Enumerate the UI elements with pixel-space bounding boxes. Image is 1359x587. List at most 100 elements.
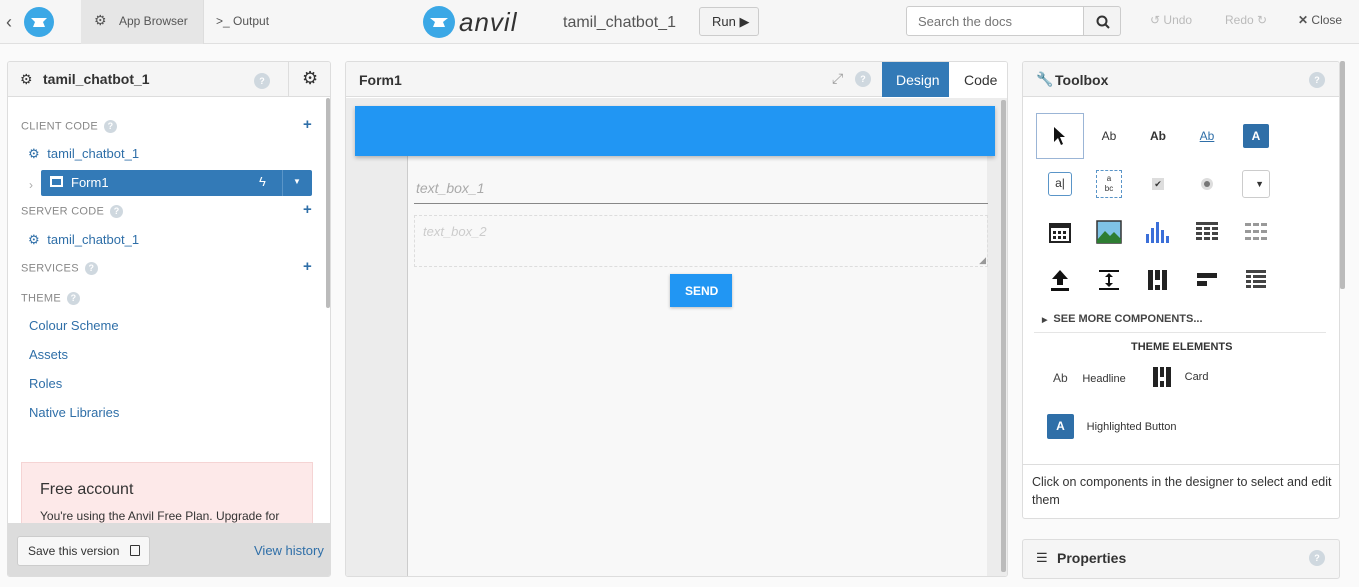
image-tool[interactable] bbox=[1085, 209, 1133, 255]
help-icon[interactable]: ? bbox=[67, 292, 80, 305]
app-browser-tab[interactable]: ⚙ App Browser bbox=[81, 0, 204, 44]
link-icon: Ab bbox=[1199, 129, 1215, 143]
sidebar-scrollbar[interactable] bbox=[326, 98, 330, 308]
close-button[interactable]: ✕ Close bbox=[1298, 13, 1342, 27]
help-icon[interactable]: ? bbox=[1309, 550, 1325, 566]
view-history-link[interactable]: View history bbox=[254, 543, 324, 558]
settings-button[interactable]: ⚙ bbox=[288, 62, 330, 97]
client-module-label: tamil_chatbot_1 bbox=[47, 146, 140, 161]
pointer-icon bbox=[1054, 127, 1065, 145]
design-canvas: text_box_1 text_box_2 ◢ SEND bbox=[346, 98, 1007, 576]
free-account-text: You're using the Anvil Free Plan. Upgrad… bbox=[40, 509, 280, 523]
anvil-home-icon[interactable] bbox=[24, 7, 54, 37]
canvas-scrollbar[interactable] bbox=[1001, 100, 1006, 572]
run-button[interactable]: Run ▶ bbox=[699, 7, 759, 36]
send-label: SEND bbox=[685, 284, 719, 298]
form1-dropdown-button[interactable]: ▼ bbox=[282, 170, 312, 196]
save-version-button[interactable]: Save this version bbox=[17, 536, 150, 566]
theme-item-native-libraries[interactable]: Native Libraries bbox=[29, 405, 119, 420]
add-client-code-button[interactable]: + bbox=[303, 116, 312, 133]
redo-button[interactable]: Redo ↻ bbox=[1225, 13, 1267, 27]
linear-panel-tool[interactable] bbox=[1232, 257, 1280, 303]
label-tool[interactable]: Ab bbox=[1085, 113, 1133, 159]
expand-chevron-icon[interactable]: › bbox=[29, 178, 33, 192]
link-tool[interactable]: Ab bbox=[1183, 113, 1231, 159]
see-more-components[interactable]: ▶ SEE MORE COMPONENTS... bbox=[1042, 313, 1203, 325]
toolbox-hint-divider bbox=[1023, 464, 1339, 465]
tab-design[interactable]: Design bbox=[882, 62, 949, 97]
app-icon: ⚙ bbox=[20, 71, 33, 87]
toolbox-scrollbar[interactable] bbox=[1340, 61, 1345, 289]
spacer-tool[interactable] bbox=[1085, 257, 1133, 303]
flow-panel-tool[interactable] bbox=[1183, 257, 1231, 303]
textarea-tool[interactable]: a bc bbox=[1085, 161, 1133, 207]
data-grid-tool[interactable] bbox=[1232, 209, 1280, 255]
resize-handle-icon[interactable]: ◢ bbox=[979, 255, 986, 266]
text-box-1[interactable]: text_box_1 bbox=[414, 172, 988, 204]
card-tool[interactable]: Card bbox=[1153, 367, 1208, 387]
add-server-code-button[interactable]: + bbox=[303, 201, 312, 218]
output-tab[interactable]: >_ Output bbox=[204, 0, 294, 44]
help-icon[interactable]: ? bbox=[84, 262, 98, 275]
tab-code[interactable]: Code bbox=[949, 62, 1007, 97]
anvil-logo: anvil bbox=[423, 6, 563, 38]
headline-tool[interactable]: Ab Headline bbox=[1053, 370, 1126, 385]
form-editor-panel: Form1 ⤢ ? Design Code text_box_1 text_bo… bbox=[345, 61, 1008, 577]
back-chevron-icon[interactable]: ‹ bbox=[6, 12, 12, 33]
text-box-2-placeholder: text_box_2 bbox=[423, 224, 487, 239]
plot-tool[interactable] bbox=[1134, 209, 1182, 255]
app-browser-panel: ⚙ tamil_chatbot_1 ? ⚙ CLIENT CODE? + ⚙ t… bbox=[7, 61, 331, 577]
services-header: SERVICES? bbox=[21, 262, 98, 275]
dropdown-icon: ▼ bbox=[1242, 170, 1270, 198]
repeating-panel-tool[interactable] bbox=[1183, 209, 1231, 255]
card-label: Card bbox=[1184, 371, 1209, 383]
card-icon bbox=[1153, 367, 1171, 387]
client-module-item[interactable]: ⚙ tamil_chatbot_1 bbox=[28, 146, 139, 162]
expand-icon[interactable]: ⤢ bbox=[832, 70, 843, 87]
server-code-header: SERVER CODE? bbox=[21, 205, 124, 218]
server-module-item[interactable]: ⚙ tamil_chatbot_1 bbox=[28, 232, 139, 248]
text-box-2[interactable]: text_box_2 ◢ bbox=[414, 215, 988, 267]
flow-panel-icon bbox=[1197, 273, 1217, 286]
pointer-tool[interactable] bbox=[1036, 113, 1084, 159]
highlighted-button-icon: A bbox=[1047, 414, 1074, 439]
tab-design-label: Design bbox=[896, 72, 940, 88]
help-icon[interactable]: ? bbox=[110, 205, 124, 218]
button-tool[interactable]: A bbox=[1232, 113, 1280, 159]
highlighted-button-tool[interactable]: A Highlighted Button bbox=[1047, 414, 1177, 439]
properties-title[interactable]: Properties bbox=[1057, 550, 1126, 566]
theme-elements-heading: THEME ELEMENTS bbox=[1131, 341, 1233, 353]
app-browser-icon: ⚙ bbox=[94, 12, 107, 28]
run-label: Run ▶ bbox=[712, 14, 750, 29]
file-loader-tool[interactable] bbox=[1036, 257, 1084, 303]
add-service-button[interactable]: + bbox=[303, 258, 312, 275]
output-label: >_ Output bbox=[216, 14, 270, 28]
lightning-icon[interactable]: ϟ bbox=[259, 174, 266, 189]
help-icon[interactable]: ? bbox=[1309, 72, 1325, 88]
undo-button[interactable]: ↺ Undo bbox=[1150, 13, 1192, 27]
toolbox-divider bbox=[1034, 332, 1326, 333]
help-icon[interactable]: ? bbox=[104, 120, 118, 133]
radio-tool[interactable] bbox=[1183, 161, 1231, 207]
checkbox-tool[interactable]: ✔ bbox=[1134, 161, 1182, 207]
form1-item[interactable]: Form1 ϟ ▼ bbox=[41, 170, 312, 196]
theme-item-colour-scheme[interactable]: Colour Scheme bbox=[29, 318, 119, 333]
dropdown-tool[interactable]: ▼ bbox=[1232, 161, 1280, 207]
header-bar[interactable] bbox=[355, 106, 995, 156]
help-icon[interactable]: ? bbox=[855, 71, 871, 87]
wrench-icon: 🔧 bbox=[1036, 71, 1054, 87]
client-code-label: CLIENT CODE bbox=[21, 120, 99, 133]
help-icon[interactable]: ? bbox=[254, 73, 270, 89]
theme-item-assets[interactable]: Assets bbox=[29, 347, 68, 362]
textbox-tool[interactable]: a| bbox=[1036, 161, 1084, 207]
theme-item-roles[interactable]: Roles bbox=[29, 376, 62, 391]
bold-label-tool[interactable]: Ab bbox=[1134, 113, 1182, 159]
module-icon: ⚙ bbox=[28, 232, 40, 247]
app-browser-label: App Browser bbox=[119, 14, 188, 28]
search-button[interactable] bbox=[1083, 6, 1121, 36]
redo-label: Redo bbox=[1225, 13, 1254, 27]
datepicker-tool[interactable] bbox=[1036, 209, 1084, 255]
send-button[interactable]: SEND bbox=[670, 274, 732, 307]
column-panel-tool[interactable] bbox=[1134, 257, 1182, 303]
search-docs-input[interactable] bbox=[906, 6, 1084, 36]
